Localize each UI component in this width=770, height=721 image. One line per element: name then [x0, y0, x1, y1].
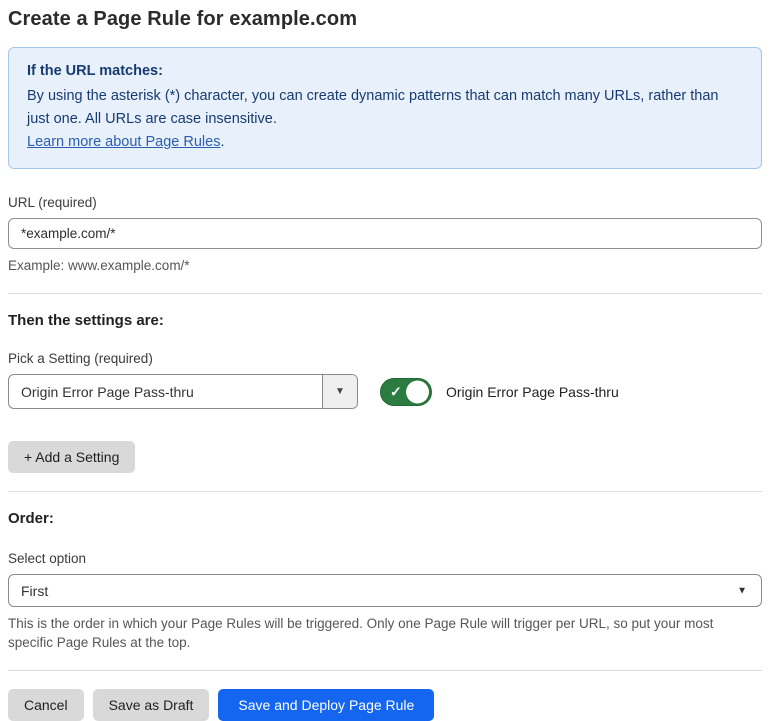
info-box-body: By using the asterisk (*) character, you…	[27, 88, 719, 127]
cancel-button[interactable]: Cancel	[8, 689, 84, 721]
toggle-knob	[406, 380, 429, 403]
page-title: Create a Page Rule for example.com	[8, 8, 358, 30]
caret-down-icon: ▼	[737, 585, 747, 596]
add-setting-button[interactable]: + Add a Setting	[8, 441, 136, 473]
select-option-label: Select option	[8, 551, 87, 566]
learn-more-link[interactable]: Learn more about Page Rules	[27, 134, 220, 150]
order-helper-text: This is the order in which your Page Rul…	[8, 616, 714, 650]
divider	[8, 670, 762, 671]
setting-dropdown-value: Origin Error Page Pass-thru	[21, 383, 194, 400]
info-box-heading: If the URL matches:	[27, 63, 163, 79]
divider	[8, 491, 762, 492]
divider	[8, 293, 762, 294]
setting-row: Origin Error Page Pass-thru ▼ ✓ Origin E…	[8, 374, 762, 409]
url-example-helper: Example: www.example.com/*	[8, 258, 190, 273]
dropdown-arrow-button[interactable]: ▼	[322, 375, 357, 408]
save-and-deploy-button[interactable]: Save and Deploy Page Rule	[218, 689, 435, 721]
link-suffix: .	[220, 134, 225, 150]
footer-actions: Cancel Save as Draft Save and Deploy Pag…	[8, 689, 762, 721]
setting-toggle-on[interactable]: ✓	[380, 377, 432, 406]
caret-down-icon: ▼	[335, 386, 345, 397]
check-icon: ✓	[390, 383, 402, 400]
url-match-info-box: If the URL matches: By using the asteris…	[8, 47, 762, 169]
order-select-value: First	[21, 582, 49, 599]
setting-toggle-label: Origin Error Page Pass-thru	[446, 383, 619, 400]
pick-setting-label: Pick a Setting (required)	[8, 351, 153, 366]
setting-toggle-group: ✓ Origin Error Page Pass-thru	[380, 377, 619, 406]
info-box-link-line: Learn more about Page Rules.	[27, 131, 743, 154]
save-as-draft-button[interactable]: Save as Draft	[92, 689, 210, 721]
order-section-heading: Order:	[8, 510, 54, 527]
setting-dropdown[interactable]: Origin Error Page Pass-thru ▼	[8, 374, 358, 409]
settings-section-heading: Then the settings are:	[8, 312, 164, 329]
url-field-label: URL (required)	[8, 195, 97, 210]
order-select[interactable]: First ▼	[8, 574, 762, 607]
url-input[interactable]	[8, 218, 762, 249]
